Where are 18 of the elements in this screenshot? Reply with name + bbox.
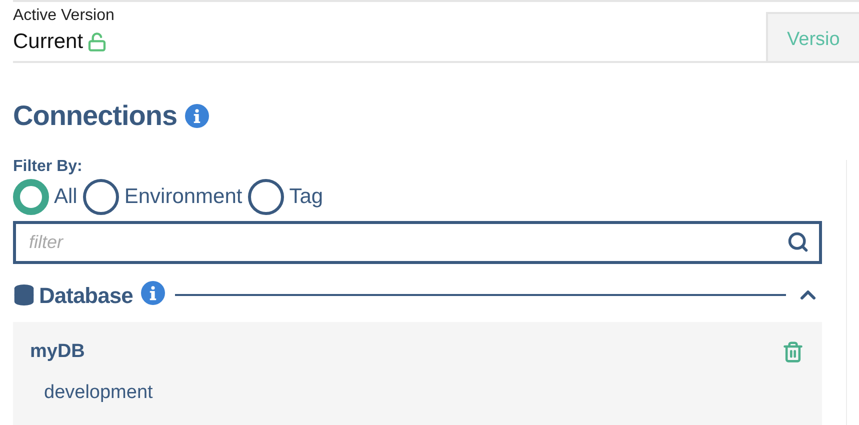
radio-button[interactable] — [83, 179, 120, 215]
radio-label: Environment — [124, 184, 242, 210]
info-icon[interactable] — [185, 104, 210, 128]
radio-label: Tag — [289, 184, 324, 210]
search-icon[interactable] — [787, 231, 809, 253]
active-version-label: Active Version — [13, 6, 114, 26]
radio-button[interactable] — [13, 179, 49, 215]
filter-by-label: Filter By: — [13, 157, 82, 177]
database-icon — [13, 284, 35, 306]
connection-name[interactable]: myDB — [30, 338, 85, 366]
radio-label: All — [54, 184, 78, 210]
environment-label: development — [44, 380, 153, 404]
radio-button[interactable] — [248, 179, 284, 215]
active-version-value: Current — [13, 29, 84, 55]
connections-heading: Connections — [13, 99, 178, 133]
section-title: Database — [39, 282, 133, 310]
info-icon[interactable] — [140, 281, 165, 306]
filter-input-field[interactable]: filter — [13, 221, 822, 264]
